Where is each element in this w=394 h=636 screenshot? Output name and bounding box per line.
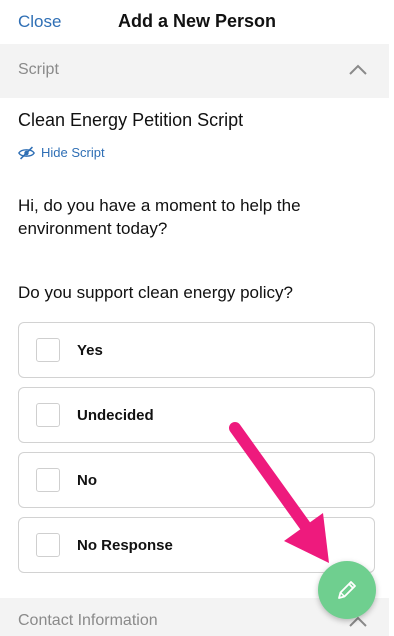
hide-script-link[interactable]: Hide Script xyxy=(18,145,105,160)
survey-question: Do you support clean energy policy? xyxy=(18,283,293,302)
page-title: Add a New Person xyxy=(117,11,277,31)
hide-script-label: Hide Script xyxy=(41,145,105,160)
script-section-label: Script xyxy=(18,61,59,78)
option-no[interactable]: No xyxy=(18,452,375,508)
eye-slash-icon xyxy=(18,146,35,159)
script-greeting: Hi, do you have a moment to help the env… xyxy=(18,196,301,238)
chevron-up-icon[interactable] xyxy=(349,64,367,76)
script-section-header[interactable]: Script xyxy=(0,44,389,98)
edit-fab-button[interactable] xyxy=(318,561,376,619)
option-yes[interactable]: Yes xyxy=(18,322,375,378)
contact-section-label: Contact Information xyxy=(18,612,158,629)
checkbox[interactable] xyxy=(36,403,60,427)
pencil-icon xyxy=(338,581,356,599)
checkbox[interactable] xyxy=(36,338,60,362)
checkbox[interactable] xyxy=(36,468,60,492)
option-label: Undecided xyxy=(77,407,154,424)
option-label: Yes xyxy=(77,342,103,359)
header: Close Add a New Person xyxy=(0,0,394,44)
option-no-response[interactable]: No Response xyxy=(18,517,375,573)
option-label: No xyxy=(77,472,97,489)
checkbox[interactable] xyxy=(36,533,60,557)
option-undecided[interactable]: Undecided xyxy=(18,387,375,443)
script-title: Clean Energy Petition Script xyxy=(18,110,244,130)
option-label: No Response xyxy=(77,537,173,554)
